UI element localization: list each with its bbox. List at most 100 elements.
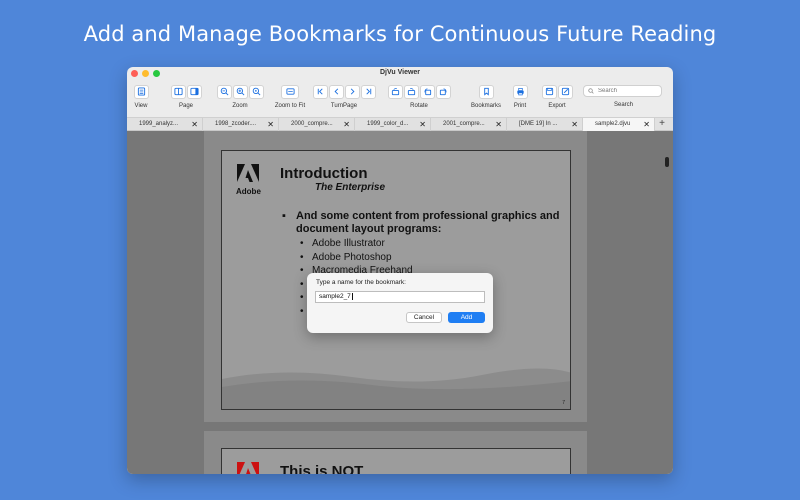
bookmarks-group: Bookmarks	[469, 84, 503, 109]
tab-label: [DME 19] In ...	[519, 121, 558, 127]
list-item-text: Adobe Photoshop	[312, 251, 392, 263]
print-group: Print	[509, 84, 531, 109]
bookmarks-label: Bookmarks	[470, 103, 501, 109]
rotate-group: Rotate	[383, 84, 455, 109]
bookmark-name-input[interactable]: sample2_7	[315, 291, 485, 303]
scrollbar-thumb[interactable]	[665, 157, 669, 167]
rotate-page-left-icon	[423, 88, 431, 96]
document-page-2: This is NOT	[221, 448, 571, 474]
adobe-logo-text: Adobe	[236, 187, 261, 196]
actual-size-icon	[252, 87, 260, 96]
zoom-to-fit-button[interactable]	[281, 84, 299, 99]
print-button[interactable]	[512, 84, 528, 99]
two-page-button[interactable]	[170, 84, 186, 99]
slide-title: Introduction	[280, 165, 368, 182]
tab-label: sample2.djvu	[595, 121, 631, 127]
rotate-right-icon	[407, 88, 415, 96]
tab-1999-color[interactable]: 1999_color_d... ✕	[355, 118, 431, 131]
rotate-left-button[interactable]	[387, 84, 403, 99]
print-label: Print	[513, 103, 527, 109]
close-icon[interactable]: ✕	[191, 118, 198, 131]
zoom-group: Zoom	[215, 84, 265, 109]
view-group: View	[132, 84, 150, 109]
zoom-in-icon	[236, 87, 244, 96]
bookmark-name-label: Type a name for the bookmark:	[316, 279, 406, 286]
sidebar-list-icon	[137, 87, 145, 96]
list-item: • Adobe Illustrator	[300, 237, 413, 251]
next-page-button[interactable]	[344, 84, 360, 99]
single-page-button[interactable]	[186, 84, 202, 99]
previous-page-button[interactable]	[328, 84, 344, 99]
sub-bullet-marker: •	[300, 238, 304, 249]
zoom-to-fit-group: Zoom to Fit	[270, 84, 310, 109]
add-button[interactable]: Add	[448, 312, 485, 323]
rotate-page-left-button[interactable]	[419, 84, 435, 99]
cancel-button[interactable]: Cancel	[406, 312, 442, 323]
bookmark-name-value: sample2_7	[319, 293, 351, 300]
bullet-marker: ▪	[282, 210, 286, 222]
save-icon	[545, 87, 553, 96]
list-item: • Adobe Photoshop	[300, 251, 413, 265]
search-field[interactable]	[583, 85, 662, 97]
actual-size-button[interactable]	[248, 84, 264, 99]
close-icon[interactable]: ✕	[571, 118, 578, 131]
tab-dme-19[interactable]: [DME 19] In ... ✕	[507, 118, 583, 131]
export-save-button[interactable]	[541, 84, 557, 99]
close-icon[interactable]: ✕	[643, 118, 650, 131]
tab-label: 2001_compre...	[443, 121, 485, 127]
tab-2001-compre[interactable]: 2001_compre... ✕	[431, 118, 507, 131]
headline: Add and Manage Bookmarks for Continuous …	[83, 22, 717, 46]
slide-subtitle: The Enterprise	[315, 182, 386, 193]
page-label: Page	[178, 103, 193, 109]
tab-2000-compre[interactable]: 2000_compre... ✕	[279, 118, 355, 131]
main-bullet: ▪ And some content from professional gra…	[282, 210, 562, 236]
export-label: Export	[548, 103, 566, 109]
bookmarks-button[interactable]	[478, 84, 494, 99]
adobe-logo-red-icon	[237, 462, 259, 474]
zoom-in-button[interactable]	[232, 84, 248, 99]
rotate-page-right-button[interactable]	[435, 84, 451, 99]
tab-1999-analyz[interactable]: 1999_analyz... ✕	[127, 118, 203, 131]
edit-icon	[561, 87, 569, 96]
close-icon[interactable]: ✕	[267, 118, 274, 131]
search-icon	[588, 88, 594, 94]
export-edit-button[interactable]	[557, 84, 573, 99]
slide-footer-wave	[222, 368, 570, 409]
search-label: Search	[613, 102, 633, 108]
tab-bar: 1999_analyz... ✕ 1998_zcoder.... ✕ 2000_co…	[127, 117, 673, 131]
view-button[interactable]	[133, 84, 149, 99]
rotate-label: Rotate	[410, 103, 428, 109]
window-title: DjVu Viewer	[379, 69, 421, 76]
zoom-to-fit-label: Zoom to Fit	[274, 103, 306, 109]
tab-label: 1998_zcoder....	[215, 121, 257, 127]
tab-1998-zcoder[interactable]: 1998_zcoder.... ✕	[203, 118, 279, 131]
fit-width-icon	[285, 88, 295, 95]
add-tab-button[interactable]: +	[655, 118, 669, 130]
rotate-page-right-icon	[439, 88, 447, 96]
close-icon[interactable]: ✕	[419, 118, 426, 131]
tab-label: 1999_analyz...	[139, 121, 179, 127]
list-item-text: Adobe Illustrator	[312, 238, 385, 249]
turn-page-label: TurnPage	[330, 103, 358, 109]
first-page-button[interactable]	[312, 84, 328, 99]
last-page-icon	[365, 88, 371, 95]
close-icon[interactable]: ✕	[343, 118, 350, 131]
export-group: Export	[539, 84, 575, 109]
adobe-logo-icon	[237, 164, 259, 182]
sub-bullet-marker: •	[300, 251, 304, 263]
text-caret	[351, 292, 353, 300]
rotate-right-button[interactable]	[403, 84, 419, 99]
single-page-icon	[189, 87, 199, 96]
bookmark-icon	[483, 87, 489, 96]
main-bullet-text: And some content from professional graph…	[296, 210, 560, 235]
tab-label: 2000_compre...	[291, 121, 333, 127]
close-icon[interactable]: ✕	[495, 118, 502, 131]
zoom-out-button[interactable]	[216, 84, 232, 99]
first-page-icon	[317, 88, 323, 95]
last-page-button[interactable]	[360, 84, 376, 99]
page-group: Page	[169, 84, 203, 109]
search-input[interactable]	[598, 88, 658, 94]
toolbar: View Page Zoom Zoom to Fit TurnPage Rota…	[127, 81, 673, 113]
tab-sample2[interactable]: sample2.djvu ✕	[583, 118, 655, 131]
app-window: DjVu Viewer View Page Zoom Zoom to Fit T…	[127, 67, 673, 474]
